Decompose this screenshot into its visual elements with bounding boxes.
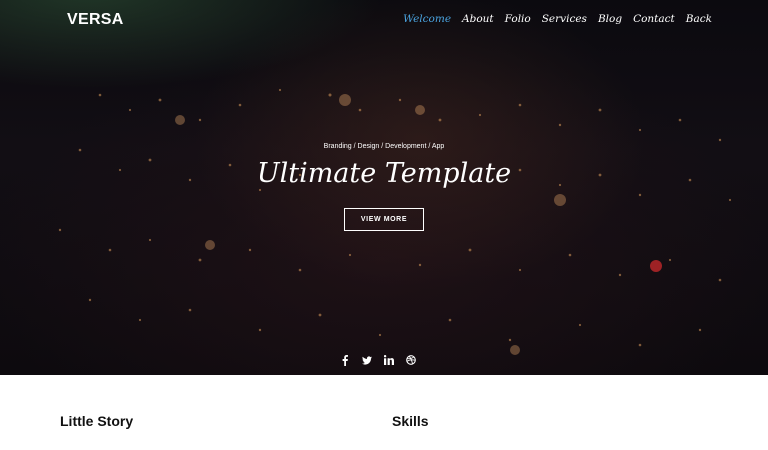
- nav-item-services[interactable]: Services: [542, 13, 587, 25]
- section-title-little-story: Little Story: [60, 413, 134, 429]
- hero-title: Ultimate Template: [256, 158, 512, 189]
- view-more-button[interactable]: VIEW MORE: [344, 208, 424, 231]
- nav-item-about[interactable]: About: [462, 13, 494, 25]
- social-links: [340, 354, 416, 366]
- nav-item-blog[interactable]: Blog: [598, 13, 622, 25]
- nav-item-back[interactable]: Back: [686, 13, 712, 25]
- nav-item-welcome[interactable]: Welcome: [403, 13, 451, 25]
- twitter-icon[interactable]: [362, 354, 372, 366]
- nav-item-folio[interactable]: Folio: [505, 13, 531, 25]
- facebook-icon[interactable]: [340, 354, 350, 366]
- main-nav: Welcome About Folio Services Blog Contac…: [403, 13, 712, 25]
- section-title-skills: Skills: [392, 413, 429, 429]
- linkedin-icon[interactable]: [384, 354, 394, 366]
- brand-logo[interactable]: VERSA: [67, 11, 124, 29]
- dribbble-icon[interactable]: [406, 354, 416, 366]
- nav-item-contact[interactable]: Contact: [633, 13, 675, 25]
- hero-subtitle: Branding / Design / Development / App: [323, 143, 445, 150]
